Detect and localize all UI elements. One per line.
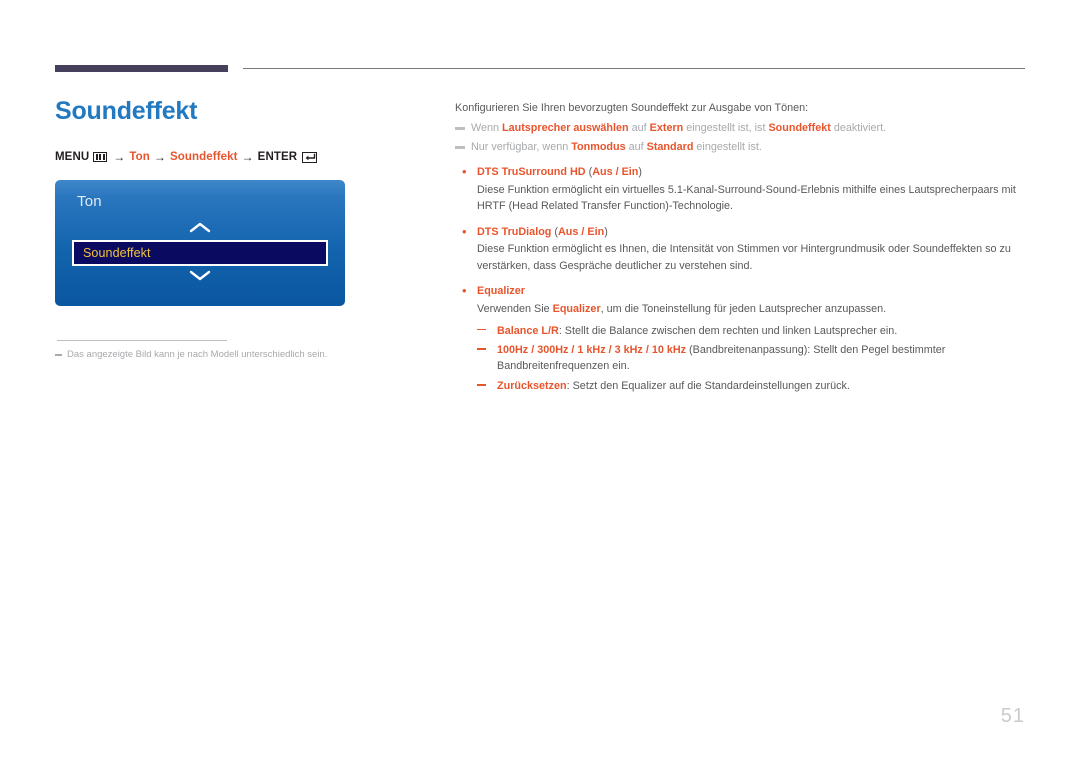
note-item: Wenn Lautsprecher auswählen auf Extern e…: [455, 120, 1027, 137]
bullet-marker-icon: •: [462, 283, 467, 299]
osd-selected-item-label: Soundeffekt: [83, 246, 151, 260]
sub-dash-icon: [477, 342, 497, 350]
bullet-heading: • DTS TruDialog (Aus / Ein): [455, 224, 1027, 241]
bullet-heading: • Equalizer: [455, 283, 1027, 300]
breadcrumb-arrow-2: →: [153, 150, 167, 164]
osd-title: Ton: [77, 193, 102, 210]
bullet-title: Equalizer: [477, 285, 526, 298]
sub-dash-icon: [477, 378, 497, 386]
sub-list-item: Zurücksetzen: Setzt den Equalizer auf di…: [477, 378, 1027, 394]
sub-list: Balance L/R: Stellt die Balance zwischen…: [455, 323, 1027, 395]
bullet-marker-icon: •: [462, 223, 467, 239]
chevron-up-icon[interactable]: [55, 220, 345, 238]
bullet-heading: • DTS TruSurround HD (Aus / Ein): [455, 164, 1027, 181]
bullet-body: Diese Funktion ermöglicht es Ihnen, die …: [477, 243, 1011, 272]
note-text: Nur verfügbar, wenn Tonmodus auf Standar…: [471, 141, 762, 154]
sub-dash-icon: [477, 323, 497, 331]
footnote: Das angezeigte Bild kann je nach Modell …: [55, 348, 415, 361]
footnote-dash-icon: [55, 354, 62, 356]
intro-text: Konfigurieren Sie Ihren bevorzugten Soun…: [455, 102, 809, 114]
page-number: 51: [1000, 705, 1025, 727]
bullet-item-equalizer: • Equalizer Verwenden Sie Equalizer, um …: [455, 283, 1027, 394]
manual-page: Soundeffekt MENU → Ton → Soundeffekt → E…: [0, 0, 1080, 763]
bullet-item: • DTS TruSurround HD (Aus / Ein) Diese F…: [455, 164, 1027, 215]
bullet-body: Diese Funktion ermöglicht ein virtuelles…: [477, 183, 1016, 213]
chevron-down-icon[interactable]: [55, 268, 345, 286]
enter-return-icon: [302, 151, 318, 163]
bullet-title: DTS TruSurround HD (Aus / Ein): [477, 165, 642, 178]
breadcrumb-enter-label: ENTER: [257, 151, 298, 163]
bullet-item: • DTS TruDialog (Aus / Ein) Diese Funkti…: [455, 224, 1027, 275]
sub-list-text: Balance L/R: Stellt die Balance zwischen…: [497, 324, 898, 337]
bullet-marker-icon: •: [462, 163, 467, 179]
header-rule-accent: [55, 65, 228, 72]
breadcrumb-item-ton: Ton: [129, 151, 150, 163]
bullet-title: DTS TruDialog (Aus / Ein): [477, 225, 608, 238]
note-dash-icon: [455, 127, 465, 130]
bullet-body: Verwenden Sie Equalizer, um die Toneinst…: [477, 303, 887, 316]
left-column: Soundeffekt MENU → Ton → Soundeffekt → E…: [55, 96, 415, 361]
header-rule-thin: [243, 68, 1025, 69]
breadcrumb-arrow-1: →: [113, 150, 126, 164]
breadcrumb: MENU → Ton → Soundeffekt → ENTER: [55, 150, 415, 164]
note-item: Nur verfügbar, wenn Tonmodus auf Standar…: [455, 139, 1027, 156]
footnote-text: Das angezeigte Bild kann je nach Modell …: [67, 349, 328, 360]
breadcrumb-item-soundeffekt: Soundeffekt: [170, 151, 238, 163]
right-column: Konfigurieren Sie Ihren bevorzugten Soun…: [455, 100, 1027, 403]
osd-selected-item[interactable]: Soundeffekt: [72, 240, 328, 266]
note-text: Wenn Lautsprecher auswählen auf Extern e…: [471, 122, 887, 135]
footnote-divider: [57, 340, 227, 341]
breadcrumb-menu-label: MENU: [55, 151, 90, 163]
sub-list-item: Balance L/R: Stellt die Balance zwischen…: [477, 323, 1027, 339]
note-dash-icon: [455, 146, 465, 149]
sub-list-item: 100Hz / 300Hz / 1 kHz / 3 kHz / 10 kHz (…: [477, 342, 1027, 375]
page-title: Soundeffekt: [55, 97, 198, 125]
menu-grid-icon: [93, 152, 108, 162]
sub-list-text: Zurücksetzen: Setzt den Equalizer auf di…: [497, 379, 850, 392]
sub-list-text: 100Hz / 300Hz / 1 kHz / 3 kHz / 10 kHz (…: [497, 343, 946, 373]
bullet-list: • DTS TruSurround HD (Aus / Ein) Diese F…: [455, 164, 1027, 394]
osd-menu-mock: Ton Soundeffekt: [55, 180, 345, 306]
breadcrumb-arrow-3: →: [241, 150, 254, 164]
